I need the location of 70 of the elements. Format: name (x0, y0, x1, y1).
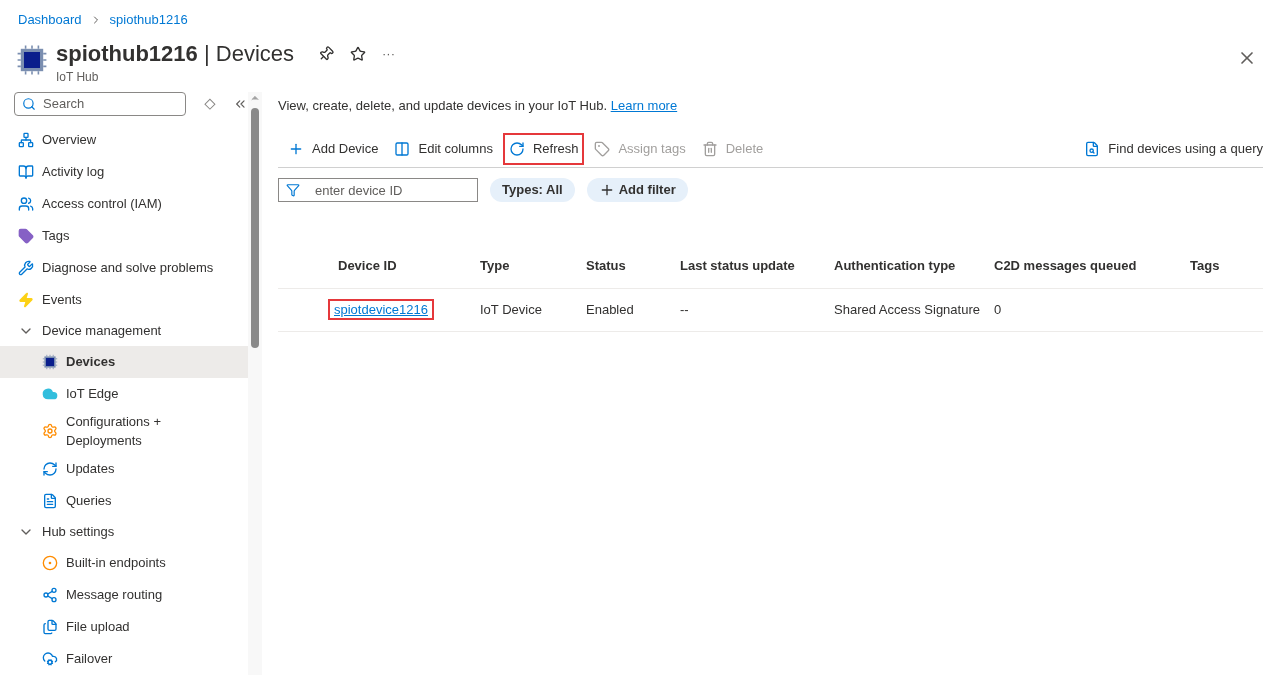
sidebar-item[interactable]: Diagnose and solve problems (0, 251, 248, 284)
endpoint-icon (42, 554, 58, 571)
plus-icon (288, 141, 304, 157)
sidebar-item[interactable]: Message routing (0, 578, 248, 611)
routing-icon (42, 586, 58, 603)
trash-icon (701, 141, 718, 157)
sidebar-group[interactable]: Device management (0, 315, 248, 346)
toolbar-button[interactable]: Refresh (504, 135, 583, 163)
column-header[interactable]: Tags (1190, 256, 1263, 276)
table-cell-text: Shared Access Signature (834, 301, 981, 320)
chip-icon (16, 43, 48, 76)
filter-pill[interactable]: Types: All (490, 178, 575, 202)
learn-more-link[interactable]: Learn more (610, 97, 678, 113)
table-cell-text: IoT Device (480, 301, 543, 320)
cloud-icon (42, 650, 58, 667)
sidebar-item[interactable]: IoT Edge (0, 377, 248, 410)
table-cell-text: 0 (994, 301, 1003, 320)
column-header[interactable]: Status (586, 256, 680, 276)
sidebar-item[interactable]: Events (0, 283, 248, 316)
breadcrumb-link[interactable]: Dashboard (18, 10, 82, 30)
sync-icon (42, 460, 58, 477)
sidebar-item[interactable]: Tags (0, 219, 248, 252)
toolbar-button[interactable]: Add Device (284, 135, 383, 163)
sidebar-item[interactable]: File upload (0, 610, 248, 643)
device-link[interactable]: spiotdevice1216 (330, 301, 432, 319)
lightning-icon (18, 291, 34, 308)
sidebar-item[interactable]: Failover (0, 642, 248, 675)
document-icon (42, 492, 58, 509)
search-field[interactable]: Search (14, 91, 186, 116)
more-button[interactable]: ··· (382, 43, 396, 64)
wrench-icon (18, 259, 34, 276)
network-icon (18, 131, 34, 148)
table-cell-text: -- (680, 301, 690, 320)
page-subtitle: IoT Hub (56, 68, 100, 86)
sidebar-item[interactable]: Updates (0, 452, 248, 485)
chip-icon (42, 353, 58, 370)
sidebar-item[interactable]: Overview (0, 123, 248, 156)
sidebar-item[interactable]: Built-in endpoints (0, 546, 248, 579)
filter-pill[interactable]: Add filter (586, 178, 688, 202)
search-icon (22, 96, 36, 111)
sidebar-item[interactable]: Activity log (0, 155, 248, 188)
toolbar-button[interactable]: Edit columns (390, 135, 497, 163)
sidebar-item[interactable]: Access control (IAM) (0, 187, 248, 220)
column-header[interactable]: Device ID (338, 256, 480, 276)
tag-icon (18, 227, 34, 244)
files-icon (42, 618, 58, 635)
columns-icon (394, 141, 411, 157)
sidebar-group[interactable]: Hub settings (0, 516, 248, 547)
column-header[interactable]: Last status update (680, 256, 834, 276)
book-icon (18, 163, 34, 180)
query-icon (1084, 141, 1101, 157)
people-icon (18, 195, 34, 212)
column-header[interactable]: Type (480, 256, 586, 276)
page-title: spiothub1216 | Devices (56, 39, 295, 68)
star-icon[interactable] (350, 45, 367, 62)
table-cell-text: Enabled (586, 301, 635, 320)
sidebar-item[interactable]: Devices (0, 345, 248, 378)
tag-icon (594, 141, 611, 157)
gear-icon (42, 423, 58, 439)
refresh-icon (508, 141, 525, 157)
filter-icon (286, 183, 300, 197)
scrollbar-thumb[interactable] (251, 107, 259, 348)
breadcrumb-link[interactable]: spiothub1216 (109, 10, 188, 30)
sidebar-item[interactable]: Configurations + Deployments (0, 409, 248, 453)
column-header[interactable]: Authentication type (834, 256, 994, 276)
device-id-field[interactable]: enter device ID (278, 178, 478, 202)
sidebar-item[interactable]: Queries (0, 484, 248, 517)
description-text: View, create, delete, and update devices in your IoT Hub. Learn more (278, 96, 679, 115)
column-header[interactable]: C2D messages queued (994, 256, 1190, 276)
query-button[interactable]: Find devices using a query (1084, 135, 1263, 163)
